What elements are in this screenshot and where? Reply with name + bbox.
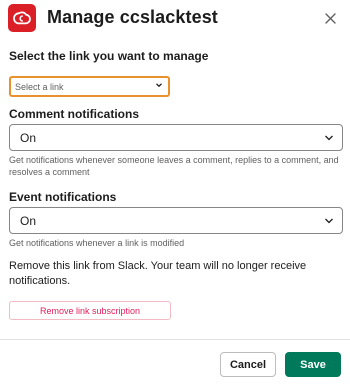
comment-notifications-value: On [20,130,37,145]
comment-notifications-select[interactable]: On [9,124,343,151]
link-select-label: Select the link you want to manage [9,49,209,63]
link-select-placeholder: Select a link [15,81,64,92]
event-notifications-select[interactable]: On [9,207,343,234]
comment-notifications-label: Comment notifications [9,107,140,121]
close-icon [324,12,336,24]
cancel-button[interactable]: Cancel [220,352,276,377]
save-button[interactable]: Save [285,352,341,377]
comment-notifications-help: Get notifications whenever someone leave… [9,155,339,177]
link-select[interactable]: Select a link [9,76,170,97]
close-button[interactable] [320,8,340,28]
manage-link-modal: Manage ccslacktest Select the link you w… [0,0,350,384]
event-notifications-help: Get notifications whenever a link is mod… [9,238,185,248]
chevron-down-icon [156,83,162,88]
chevron-down-icon [325,218,333,224]
event-notifications-value: On [20,213,37,228]
modal-title: Manage ccslacktest [47,7,218,27]
remove-description: Remove this link from Slack. Your team w… [9,260,307,287]
adobe-creative-cloud-icon [8,4,36,32]
chevron-down-icon [325,135,333,141]
remove-link-subscription-button[interactable]: Remove link subscription [9,301,171,320]
modal-header: Manage ccslacktest [0,0,350,40]
event-notifications-label: Event notifications [9,190,117,204]
footer-divider [0,339,350,340]
